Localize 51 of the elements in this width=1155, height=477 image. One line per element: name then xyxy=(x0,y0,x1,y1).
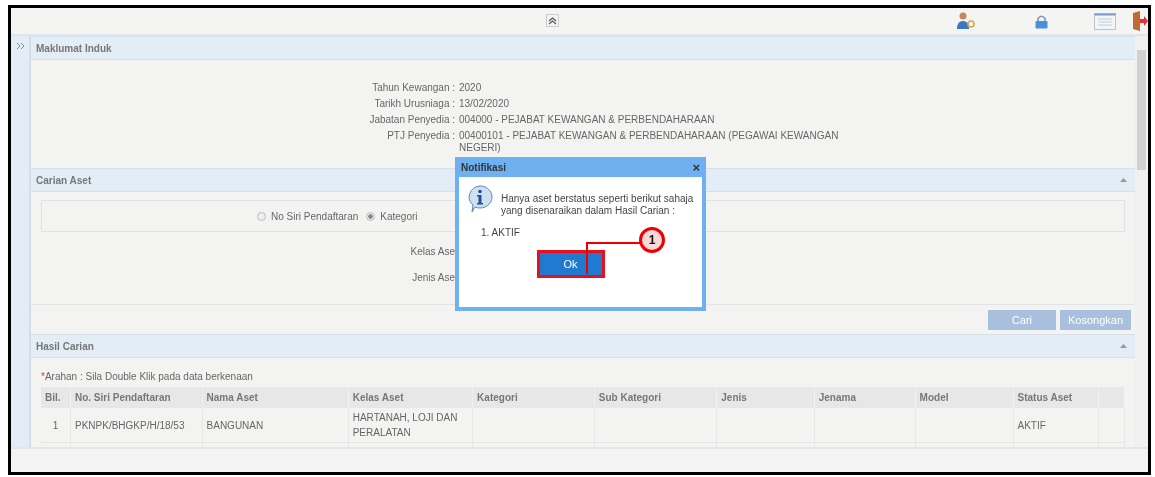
section-title: Maklumat Induk xyxy=(36,42,112,54)
lock-icon[interactable] xyxy=(1034,13,1049,29)
leader-line xyxy=(586,242,641,274)
column-header: Jenama xyxy=(814,387,916,408)
collapse-icon[interactable] xyxy=(1120,178,1127,182)
field-value: 2020 xyxy=(459,82,483,94)
exit-door-icon[interactable] xyxy=(1132,11,1148,31)
column-header: No. Siri Pendaftaran xyxy=(70,387,203,408)
column-header: Nama Aset xyxy=(202,387,349,408)
column-header: Jenis xyxy=(716,387,815,408)
column-header: Model xyxy=(915,387,1013,408)
expand-icon[interactable] xyxy=(15,42,25,50)
field-label: Jabatan Penyedia : xyxy=(368,114,456,126)
status-item: 1. AKTIF xyxy=(481,227,521,238)
field-label: Jenis Ase xyxy=(412,272,455,283)
ok-button[interactable]: Ok xyxy=(539,253,602,275)
required-mark: * xyxy=(41,371,45,382)
column-header: Status Aset xyxy=(1013,387,1099,408)
table-cell: AKTIF xyxy=(1017,419,1046,431)
table-cell: 1 xyxy=(52,419,59,431)
collapse-up-icon[interactable] xyxy=(546,14,559,27)
radio-button[interactable] xyxy=(257,211,266,221)
field-label: Tahun Kewangan : xyxy=(371,82,456,94)
section-title: Hasil Carian xyxy=(36,340,94,352)
radio-button[interactable] xyxy=(366,211,376,221)
radio-option[interactable]: Kategori xyxy=(366,210,418,222)
field-label: PTJ Penyedia : xyxy=(386,130,456,142)
column-header: Kelas Aset xyxy=(348,387,473,408)
instruction-text: Arahan : Sila Double Klik pada data berkenaan xyxy=(44,371,253,382)
dialog-message: Hanya aset berstatus seperti berikut sahaja yang disenaraikan dalam Hasil Carian : xyxy=(501,193,694,217)
field-value: 004000 - PEJABAT KEWANGAN & PERBENDAHARAAN xyxy=(459,114,716,126)
info-icon xyxy=(467,185,493,213)
table-cell: PKNPK/BHGKP/H/18/53 xyxy=(75,419,185,431)
field-value: 00400101 - PEJABAT KEWANGAN & PERBENDAHARAAN (PEGAWAI KEWANGAN NEGERI) xyxy=(459,130,840,154)
collapse-icon[interactable] xyxy=(1120,344,1127,348)
column-header: Sub Kategori xyxy=(594,387,717,408)
list-icon[interactable] xyxy=(1094,12,1116,30)
section-title: Carian Aset xyxy=(36,174,92,186)
table-cell: HARTANAH, LOJI DAN PERALATAN xyxy=(352,412,458,438)
table-row[interactable]: 1 PKNPK/BHGKP/H/18/53 BANGUNAN HARTANAH, LOJI DAN PERALATAN AKTIF xyxy=(41,408,1125,443)
scrollbar[interactable] xyxy=(1135,36,1148,447)
column-header: Kategori xyxy=(472,387,595,408)
column-header: Bil. xyxy=(41,387,71,408)
dialog-title: Notifikasi xyxy=(461,161,506,173)
field-label: Tarikh Urusniaga : xyxy=(373,98,456,110)
user-key-icon[interactable] xyxy=(956,12,976,30)
close-button[interactable]: × xyxy=(692,159,700,175)
table-cell: BANGUNAN xyxy=(206,419,264,431)
radio-option[interactable]: No Siri Pendaftaran xyxy=(257,210,359,222)
field-label: Kelas Ase xyxy=(410,246,455,257)
field-value: 13/02/2020 xyxy=(459,98,511,110)
